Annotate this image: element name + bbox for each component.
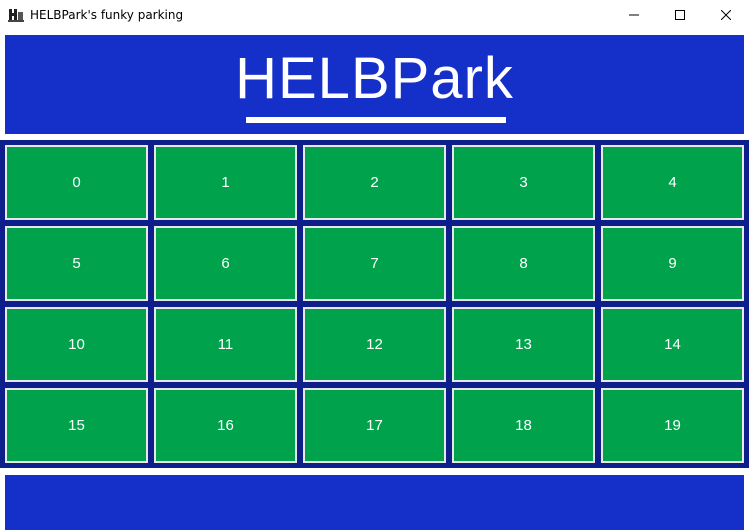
parking-spot-12[interactable]: 12 bbox=[303, 307, 446, 382]
window-title: HELBPark's funky parking bbox=[30, 8, 184, 22]
parking-spot-1[interactable]: 1 bbox=[154, 145, 297, 220]
maximize-icon bbox=[675, 10, 685, 20]
parking-spot-10[interactable]: 10 bbox=[5, 307, 148, 382]
parking-spot-13[interactable]: 13 bbox=[452, 307, 595, 382]
close-button[interactable] bbox=[703, 0, 749, 30]
parking-spot-11[interactable]: 11 bbox=[154, 307, 297, 382]
app-window: HELBPark's funky parking HELBPark 012345… bbox=[0, 0, 749, 530]
header-banner: HELBPark bbox=[5, 35, 744, 134]
parking-spot-4[interactable]: 4 bbox=[601, 145, 744, 220]
parking-spot-19[interactable]: 19 bbox=[601, 388, 744, 463]
parking-spot-3[interactable]: 3 bbox=[452, 145, 595, 220]
parking-spot-18[interactable]: 18 bbox=[452, 388, 595, 463]
minimize-button[interactable] bbox=[611, 0, 657, 30]
app-logo: HELBPark bbox=[235, 46, 514, 111]
parking-spot-0[interactable]: 0 bbox=[5, 145, 148, 220]
parking-spot-2[interactable]: 2 bbox=[303, 145, 446, 220]
parking-spot-14[interactable]: 14 bbox=[601, 307, 744, 382]
parking-spot-15[interactable]: 15 bbox=[5, 388, 148, 463]
title-bar[interactable]: HELBPark's funky parking bbox=[0, 0, 749, 30]
parking-grid: 0 1 2 3 4 5 6 7 8 9 10 11 12 13 14 15 16 17 18 19 bbox=[0, 140, 749, 468]
parking-spot-16[interactable]: 16 bbox=[154, 388, 297, 463]
logo-underline bbox=[246, 117, 506, 123]
parking-spot-17[interactable]: 17 bbox=[303, 388, 446, 463]
parking-spot-7[interactable]: 7 bbox=[303, 226, 446, 301]
minimize-icon bbox=[629, 14, 639, 16]
maximize-button[interactable] bbox=[657, 0, 703, 30]
close-icon bbox=[721, 10, 731, 20]
parking-spot-6[interactable]: 6 bbox=[154, 226, 297, 301]
footer-bar bbox=[5, 475, 744, 530]
parking-spot-9[interactable]: 9 bbox=[601, 226, 744, 301]
parking-spot-5[interactable]: 5 bbox=[5, 226, 148, 301]
parking-spot-8[interactable]: 8 bbox=[452, 226, 595, 301]
app-icon bbox=[8, 7, 24, 23]
